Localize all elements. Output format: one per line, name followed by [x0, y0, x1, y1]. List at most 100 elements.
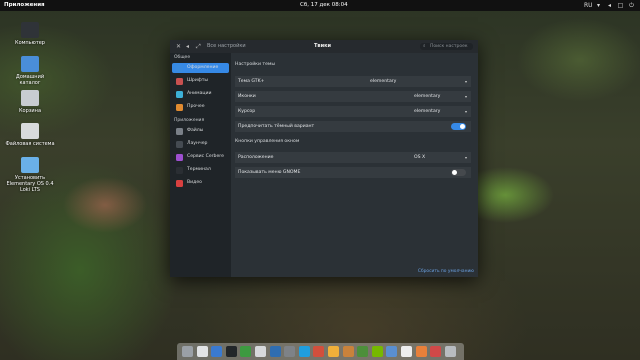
sidebar-item-label: Анимации [187, 91, 212, 96]
header-bar: ✕ ◂ ⤢ Все настройки Твики ⌕ Поиск настро… [170, 40, 478, 53]
icons-theme-label: Иконки [238, 94, 256, 99]
dock-downloads-icon[interactable] [328, 346, 339, 357]
settings-pane: Настройки темы Тема GTK+ elementary ▾ Ик… [231, 53, 478, 277]
dock-photos-icon[interactable] [342, 346, 354, 357]
sidebar-item-launcher[interactable]: Лаунчер [172, 139, 229, 149]
panel-clock[interactable]: Сб, 17 дек 08:04 [300, 0, 348, 11]
dark-variant-switch[interactable] [451, 123, 466, 130]
gnome-menu-label: Показывать меню GNOME [238, 170, 301, 175]
files-icon [176, 127, 183, 135]
window-title: Твики [314, 43, 331, 49]
back-icon[interactable]: ◂ [186, 40, 189, 53]
search-placeholder: Поиск настроек [430, 44, 468, 49]
layout-label: Расположение [238, 155, 274, 160]
sidebar-item-fonts[interactable]: Шрифты [172, 76, 229, 86]
videos-icon [176, 179, 183, 187]
dock-music-icon[interactable] [415, 346, 427, 357]
notifications-icon[interactable]: □ [617, 2, 624, 9]
maximize-icon[interactable]: ⤢ [196, 40, 201, 53]
dock-calendar-icon[interactable] [401, 346, 412, 357]
breadcrumb-all-settings[interactable]: Все настройки [207, 40, 246, 53]
gnome-menu-row: Показывать меню GNOME [235, 167, 471, 178]
tweaks-window: ✕ ◂ ⤢ Все настройки Твики ⌕ Поиск настро… [170, 40, 478, 277]
sidebar-item-files[interactable]: Файлы [172, 126, 229, 136]
desktop-icon-trash[interactable]: Корзина [5, 90, 55, 114]
sidebar-item-label: Прочее [187, 104, 205, 109]
cerbere-icon [176, 153, 183, 161]
restore-defaults-link[interactable]: Сбросить по умолчанию [418, 269, 474, 274]
installer-icon [21, 157, 39, 173]
dock-web-browser-icon[interactable] [269, 346, 281, 357]
dock-system-monitor-icon[interactable] [211, 346, 223, 357]
desktop-icon-filesystem[interactable]: Файловая система [5, 123, 55, 147]
dock-files-icon[interactable] [182, 346, 193, 357]
sidebar-item-label: Сервис Cerbere [187, 154, 224, 159]
dock-code-editor-icon[interactable] [240, 346, 252, 357]
home-folder-icon [21, 56, 39, 72]
desktop-icon-label: Файловая система [5, 141, 55, 147]
sidebar-item-animations[interactable]: Анимации [172, 89, 229, 99]
icons-theme-value: elementary [414, 94, 441, 99]
sidebar-item-label: Терминал [187, 167, 211, 172]
cursor-theme-value: elementary [414, 109, 441, 114]
close-icon[interactable]: ✕ [176, 40, 181, 53]
animations-icon [176, 90, 183, 98]
sidebar-item-terminal[interactable]: Терминал [172, 165, 229, 175]
top-panel: Приложения Сб, 17 дек 08:04 RU ▾ ◂ □ ⏻ [0, 0, 640, 11]
chevron-down-icon: ▾ [464, 79, 467, 84]
sidebar-item-videos[interactable]: Видео [172, 178, 229, 188]
dock-trash-icon[interactable] [444, 346, 456, 357]
desktop-icon-computer[interactable]: Компьютер [5, 22, 55, 46]
desktop-icon-installer[interactable]: Установить Elementary OS 0.4 Loki LTS [5, 157, 55, 193]
section-window-controls: Кнопки управления окном [235, 139, 300, 144]
sidebar-item-label: Оформление [187, 65, 219, 70]
dock-nvidia-icon[interactable] [371, 346, 383, 357]
gtk-theme-row[interactable]: Тема GTK+ elementary ▾ [235, 76, 471, 87]
dock [177, 343, 464, 360]
network-icon[interactable]: ▾ [595, 2, 602, 9]
sidebar-item-cerbere[interactable]: Сервис Cerbere [172, 152, 229, 162]
sidebar-item-misc[interactable]: Прочее [172, 102, 229, 112]
dock-android-studio-icon[interactable] [357, 346, 369, 357]
sidebar-item-label: Шрифты [187, 78, 209, 83]
layout-value: OS X [414, 155, 426, 160]
volume-icon[interactable]: ◂ [606, 2, 613, 9]
gnome-menu-switch[interactable] [451, 169, 466, 176]
desktop-icon-label: Корзина [18, 108, 42, 114]
keyboard-layout-icon[interactable]: RU [584, 2, 593, 9]
terminal-icon [176, 166, 183, 174]
sidebar-item-label: Файлы [187, 128, 204, 133]
applications-menu[interactable]: Приложения [4, 0, 45, 11]
section-theme-settings: Настройки темы [235, 62, 275, 67]
trash-icon [21, 90, 39, 106]
dock-skype-icon[interactable] [298, 346, 310, 357]
cursor-theme-row[interactable]: Курсор elementary ▾ [235, 106, 471, 117]
search-icon: ⌕ [423, 44, 426, 49]
sidebar-item-label: Видео [187, 180, 202, 185]
fonts-icon [176, 77, 183, 85]
chevron-down-icon: ▾ [464, 155, 467, 160]
dock-screenshot-icon[interactable] [255, 346, 266, 357]
layout-row[interactable]: Расположение OS X ▾ [235, 152, 471, 163]
sidebar-group-applications: Приложения [174, 118, 205, 123]
desktop-icon-label: Установить Elementary OS 0.4 Loki LTS [6, 175, 54, 193]
dock-settings-icon[interactable] [284, 346, 296, 357]
chevron-down-icon: ▾ [464, 94, 467, 99]
cursor-theme-label: Курсор [238, 109, 256, 114]
gtk-theme-value: elementary [370, 79, 397, 84]
computer-icon [21, 22, 39, 38]
dock-mail-icon[interactable] [386, 346, 398, 357]
dock-appcenter-icon[interactable] [196, 346, 208, 357]
dock-terminal-icon[interactable] [225, 346, 237, 357]
dock-chrome-icon[interactable] [313, 346, 325, 357]
appearance-icon [176, 64, 183, 72]
sidebar-item-appearance[interactable]: Оформление [172, 63, 229, 73]
desktop-icon-label: Домашний каталог [15, 74, 45, 86]
power-icon[interactable]: ⏻ [628, 2, 635, 9]
dock-videos-icon[interactable] [430, 346, 442, 357]
launcher-icon [176, 140, 183, 148]
icons-theme-row[interactable]: Иконки elementary ▾ [235, 91, 471, 102]
misc-icon [176, 103, 183, 111]
desktop-icon-home-folder[interactable]: Домашний каталог [5, 56, 55, 86]
search-input[interactable]: ⌕ Поиск настроек [420, 43, 473, 50]
